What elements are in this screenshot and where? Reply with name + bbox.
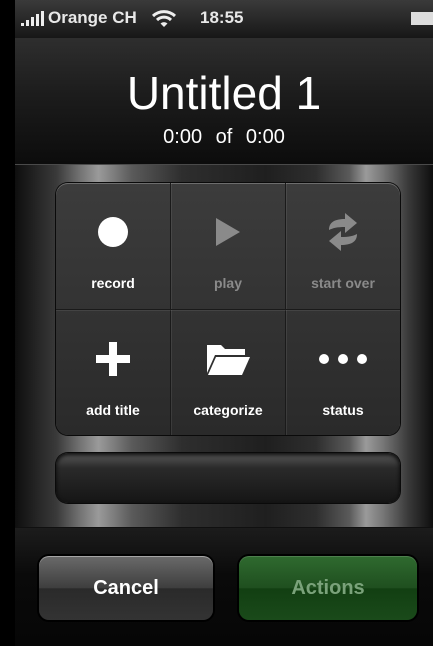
play-icon bbox=[216, 218, 240, 246]
status-time: 18:55 bbox=[200, 8, 244, 27]
progress-track[interactable] bbox=[56, 453, 400, 503]
timecode: 0:00 of 0:00 bbox=[15, 126, 433, 149]
recording-header: Untitled 1 0:00 of 0:00 bbox=[15, 38, 433, 165]
start-over-icon bbox=[329, 213, 357, 251]
page-title[interactable]: Untitled 1 bbox=[15, 68, 433, 118]
signal-icon bbox=[21, 10, 47, 26]
record-icon bbox=[98, 217, 128, 247]
status-bar: Orange CH 18:55 bbox=[15, 0, 433, 38]
record-label: record bbox=[91, 275, 135, 291]
folder-icon bbox=[207, 345, 250, 375]
start-over-label: start over bbox=[311, 275, 375, 291]
play-label: play bbox=[213, 275, 242, 291]
current-time: 0:00 bbox=[163, 126, 203, 148]
status-button[interactable]: status bbox=[286, 310, 400, 435]
wifi-icon bbox=[151, 10, 177, 27]
categorize-button[interactable]: categorize bbox=[171, 310, 285, 435]
of-label: of bbox=[215, 126, 233, 148]
actions-button[interactable]: Actions bbox=[239, 556, 417, 620]
add-title-button[interactable]: add title bbox=[56, 310, 170, 435]
app-screen: Orange CH 18:55 Untitled 1 0:00 of 0:00 … bbox=[15, 0, 433, 646]
ellipsis-icon bbox=[319, 354, 367, 364]
total-time: 0:00 bbox=[245, 126, 285, 148]
cancel-button[interactable]: Cancel bbox=[39, 556, 213, 620]
add-title-label: add title bbox=[86, 402, 140, 418]
battery-icon bbox=[411, 12, 433, 25]
record-button[interactable]: record bbox=[56, 183, 170, 309]
plus-icon bbox=[96, 342, 130, 376]
categorize-label: categorize bbox=[193, 402, 263, 418]
status-label: status bbox=[322, 402, 364, 418]
carrier-name: Orange CH bbox=[48, 8, 137, 27]
action-grid: record play start over add title categor… bbox=[56, 183, 400, 435]
play-button[interactable]: play bbox=[171, 183, 285, 309]
bottom-toolbar: Cancel Actions bbox=[15, 528, 433, 646]
start-over-button[interactable]: start over bbox=[286, 183, 400, 309]
content-area: record play start over add title categor… bbox=[15, 165, 433, 527]
